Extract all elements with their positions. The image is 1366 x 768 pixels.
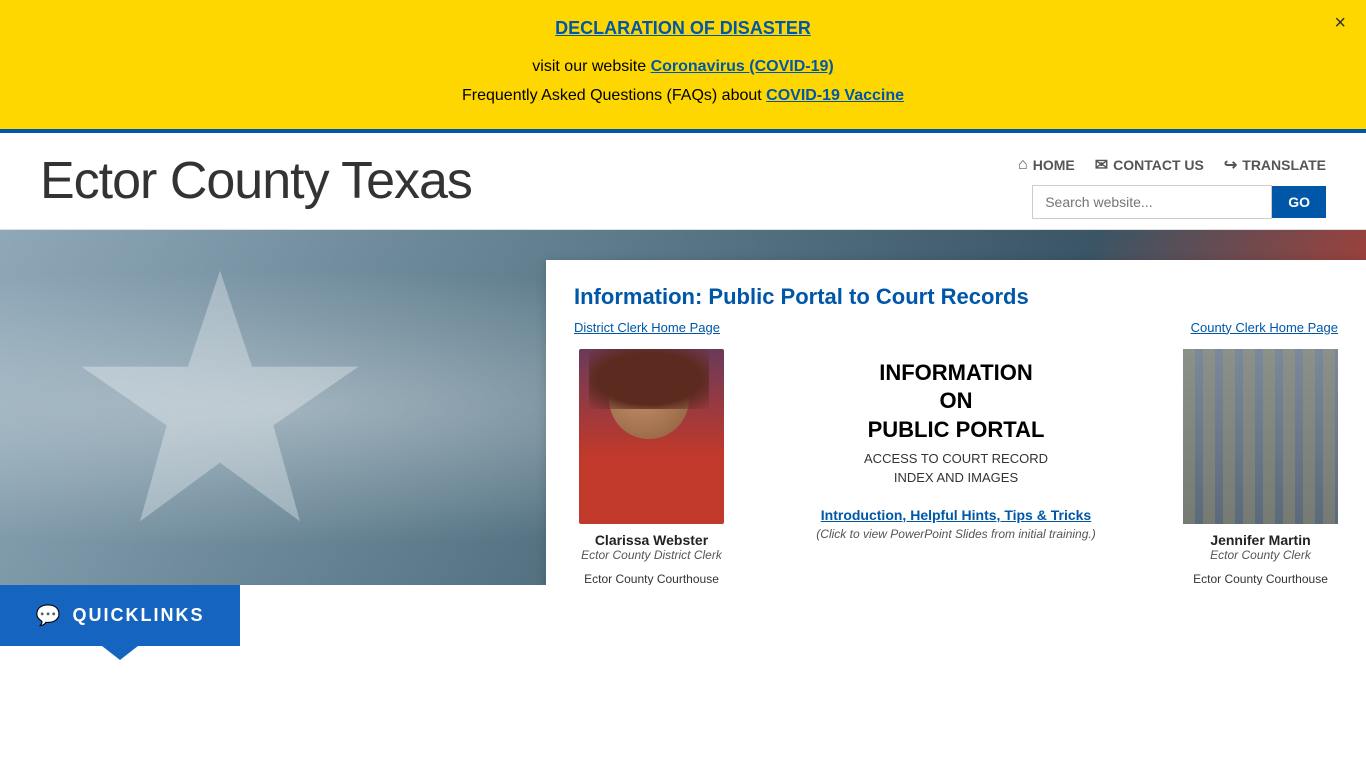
district-clerk-link[interactable]: District Clerk Home Page [574,320,720,335]
search-button[interactable]: GO [1272,186,1326,218]
contact-label: CONTACT US [1113,157,1204,173]
disaster-link[interactable]: DECLARATION OF DISASTER [60,18,1306,39]
info-line4: ACCESS TO COURT RECORD [864,451,1048,466]
person-right-panel: Jennifer Martin Ector County Clerk Ector… [1183,349,1338,585]
faq-text: Frequently Asked Questions (FAQs) about [462,87,766,104]
info-title: INFORMATION ON PUBLIC PORTAL [868,359,1045,445]
search-bar: GO [1032,185,1326,219]
translate-icon: ↪ [1224,155,1237,175]
search-input[interactable] [1032,185,1272,219]
clarissa-title: Ector County District Clerk [581,548,722,562]
home-icon: ⌂ [1018,156,1028,174]
chat-icon: 💬 [36,603,63,628]
site-header: Ector County Texas ⌂ HOME ✉ CONTACT US ↪… [0,133,1366,230]
jennifer-address: Ector County Courthouse 300 N. Grant, Rm… [1183,570,1338,585]
visit-text: visit our website [532,58,650,75]
translate-link[interactable]: ↪ TRANSLATE [1224,155,1326,175]
clarissa-photo [579,349,724,524]
content-card: Information: Public Portal to Court Reco… [546,260,1366,585]
info-line2: ON [940,388,973,413]
alert-body: visit our website Coronavirus (COVID-19)… [60,53,1306,111]
bottom-section: 💬 QUICKLINKS [0,585,1366,646]
info-line1: INFORMATION [879,360,1033,385]
quicklinks-area: 💬 QUICKLINKS [0,585,240,646]
info-line5: INDEX AND IMAGES [894,470,1018,485]
shelf-photo [1183,349,1338,524]
clarissa-address: Ector County Courthouse 300 N. Grant, Rm… [584,570,719,585]
clarissa-name: Clarissa Webster [595,532,708,548]
jennifer-name: Jennifer Martin [1183,532,1338,548]
mail-icon: ✉ [1095,155,1108,175]
card-links-row: District Clerk Home Page County Clerk Ho… [574,320,1338,335]
info-line3: PUBLIC PORTAL [868,417,1045,442]
vaccine-link[interactable]: COVID-19 Vaccine [766,87,904,104]
alert-banner: × DECLARATION OF DISASTER visit our webs… [0,0,1366,133]
close-button[interactable]: × [1334,12,1346,35]
person-left: Clarissa Webster Ector County District C… [574,349,729,585]
card-body: Clarissa Webster Ector County District C… [574,349,1338,585]
card-title: Information: Public Portal to Court Reco… [574,284,1338,310]
center-info: INFORMATION ON PUBLIC PORTAL ACCESS TO C… [749,349,1163,541]
hints-sub: (Click to view PowerPoint Slides from in… [816,527,1095,541]
nav-links: ⌂ HOME ✉ CONTACT US ↪ TRANSLATE [1018,155,1326,175]
home-label: HOME [1033,157,1075,173]
site-title: Ector County Texas [40,151,472,211]
county-clerk-link[interactable]: County Clerk Home Page [1191,320,1338,335]
hero-area: Information: Public Portal to Court Reco… [0,230,1366,585]
contact-link[interactable]: ✉ CONTACT US [1095,155,1204,175]
quicklinks-label: QUICKLINKS [72,605,204,626]
header-right: ⌂ HOME ✉ CONTACT US ↪ TRANSLATE GO [1018,151,1326,219]
jennifer-title: Ector County Clerk [1183,548,1338,562]
translate-label: TRANSLATE [1242,157,1326,173]
info-subtitle: ACCESS TO COURT RECORD INDEX AND IMAGES [864,450,1048,486]
star-shape [60,260,380,580]
quicklinks-button[interactable]: 💬 QUICKLINKS [0,585,240,646]
covid-link[interactable]: Coronavirus (COVID-19) [651,58,834,75]
home-link[interactable]: ⌂ HOME [1018,156,1075,174]
hints-link[interactable]: Introduction, Helpful Hints, Tips & Tric… [821,507,1091,523]
